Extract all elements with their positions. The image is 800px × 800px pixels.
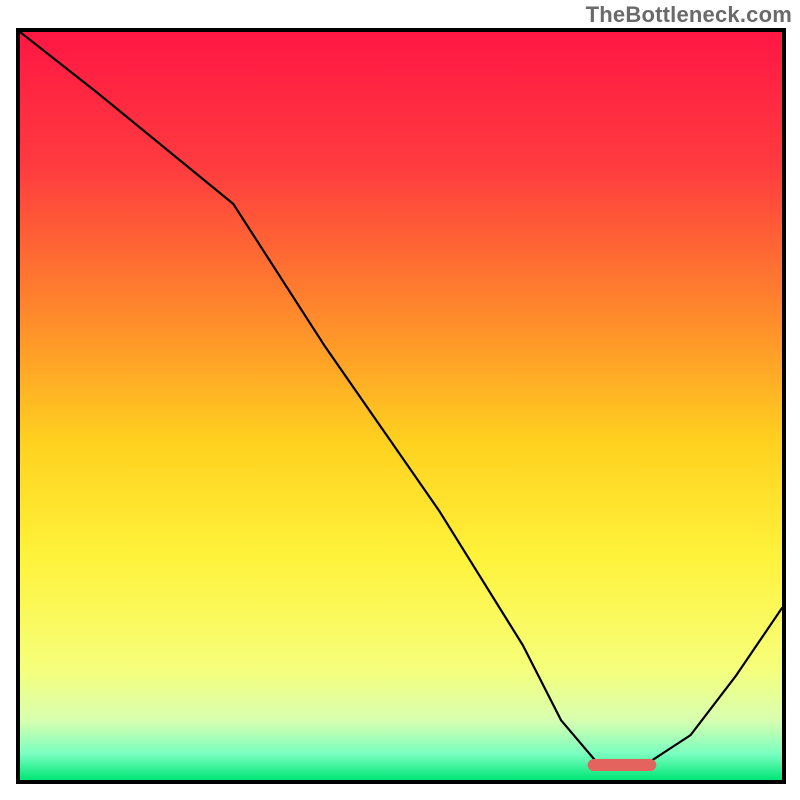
plot-area xyxy=(20,32,782,780)
optimum-marker xyxy=(588,759,657,771)
plot-frame xyxy=(16,28,786,784)
watermark-text: TheBottleneck.com xyxy=(586,2,792,28)
chart-overlay xyxy=(20,32,782,780)
chart-container: TheBottleneck.com xyxy=(0,0,800,800)
bottleneck-curve xyxy=(20,32,782,765)
